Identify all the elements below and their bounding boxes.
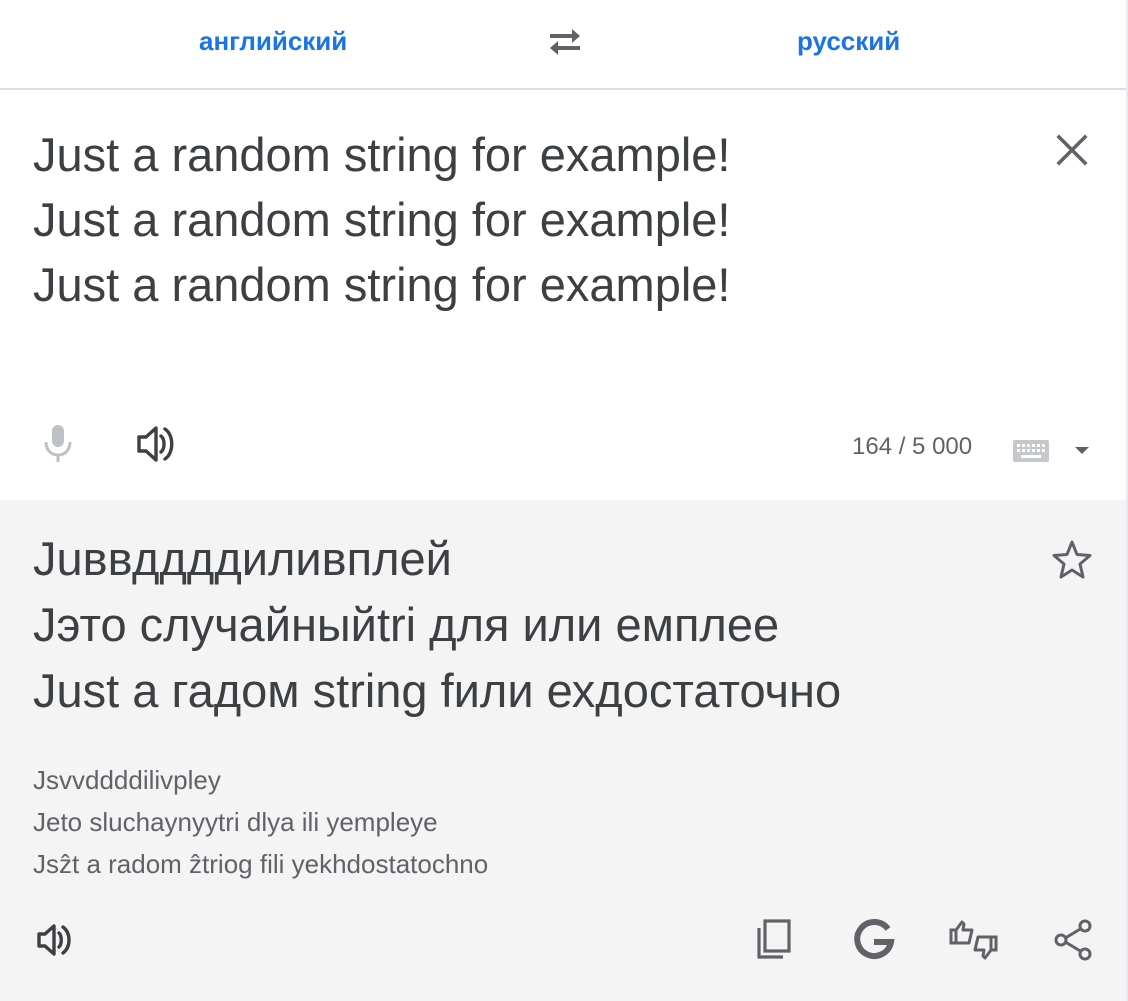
star-outline-icon — [1052, 540, 1092, 579]
keyboard-button[interactable] — [1012, 439, 1050, 463]
microphone-icon — [44, 425, 72, 462]
listen-source-button[interactable] — [135, 422, 179, 466]
language-bar: английский русский — [0, 0, 1126, 90]
copy-icon — [757, 919, 791, 959]
swap-languages-button[interactable] — [544, 22, 586, 60]
voice-input-button[interactable] — [38, 422, 78, 466]
source-line: Just a random string for example! — [33, 128, 731, 181]
input-tools-dropdown[interactable] — [1072, 442, 1092, 458]
speaker-icon — [37, 924, 71, 956]
translate-app: английский русский Just a random string … — [0, 0, 1128, 1001]
copy-translation-button[interactable] — [750, 916, 798, 964]
listen-translation-button[interactable] — [33, 916, 81, 964]
share-icon — [1054, 919, 1092, 961]
thumbs-feedback-icon — [949, 920, 998, 960]
google-g-icon — [854, 919, 895, 960]
source-panel: Just a random string for example! Just a… — [0, 92, 1126, 500]
caret-down-icon — [1075, 447, 1089, 454]
swap-arrows-icon — [550, 29, 580, 55]
transliteration-line: Jsẑt a radom ẑtriog fili yekhdostatochno — [33, 849, 489, 879]
transliteration-line: Jsvvddddilivpley — [33, 765, 221, 795]
google-search-button[interactable] — [850, 916, 898, 964]
share-translation-button[interactable] — [1050, 916, 1098, 964]
speaker-icon — [137, 426, 174, 462]
character-counter: 164 / 5 000 — [852, 433, 973, 460]
source-line: Just a random string for example! — [33, 193, 731, 246]
translation-line: Juввддддиливплей — [33, 532, 452, 585]
transliteration-line: Jeto sluchaynyytri dlya ili yempleye — [33, 807, 438, 837]
target-language-button[interactable]: русский — [797, 24, 900, 58]
translation-panel: Juввддддиливплей Jэто случайныйtri для и… — [0, 500, 1126, 1001]
save-translation-button[interactable] — [1050, 538, 1094, 582]
translation-line: Jэто случайныйtri для или емплее — [33, 598, 780, 651]
translation-line: Just a гадом string fили ехдостаточно — [33, 664, 842, 717]
keyboard-icon — [1013, 440, 1049, 462]
source-language-button[interactable]: английский — [199, 24, 347, 58]
transliteration: Jsvvddddilivpley Jeto sluchaynyytri dlya… — [33, 759, 1033, 885]
translation-text: Juввддддиливплей Jэто случайныйtri для и… — [33, 526, 1033, 724]
source-text-area[interactable]: Just a random string for example! Just a… — [33, 122, 993, 317]
close-icon — [1056, 134, 1088, 166]
source-line: Just a random string for example! — [33, 258, 731, 311]
rate-translation-button[interactable] — [947, 916, 998, 964]
clear-source-button[interactable] — [1052, 130, 1092, 170]
